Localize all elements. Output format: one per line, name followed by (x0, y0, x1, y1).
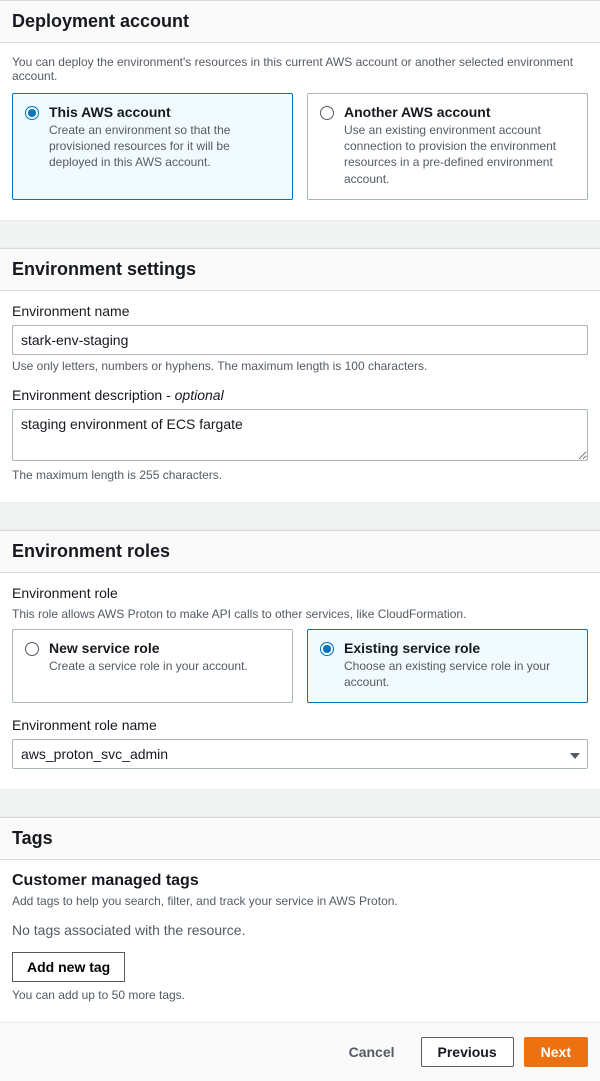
environment-description-label: Environment description - optional (12, 387, 588, 403)
tags-body: Customer managed tags Add tags to help y… (0, 860, 600, 1022)
next-button[interactable]: Next (524, 1037, 588, 1067)
deployment-radio-group: This AWS account Create an environment s… (12, 93, 588, 200)
deployment-account-body: You can deploy the environment's resourc… (0, 43, 600, 220)
select-value: aws_proton_svc_admin (21, 746, 168, 762)
previous-button[interactable]: Previous (421, 1037, 514, 1067)
environment-roles-body: Environment role This role allows AWS Pr… (0, 573, 600, 789)
environment-description-input[interactable] (12, 409, 588, 461)
section-divider (0, 502, 600, 530)
radio-desc: Choose an existing service role in your … (344, 658, 575, 690)
radio-title: Existing service role (344, 640, 575, 656)
tags-title: Tags (12, 828, 588, 849)
radio-desc: Create an environment so that the provis… (49, 122, 280, 171)
deployment-account-title: Deployment account (12, 11, 588, 32)
radio-existing-service-role[interactable]: Existing service role Choose an existing… (307, 629, 588, 703)
environment-description-hint: The maximum length is 255 characters. (12, 468, 588, 482)
environment-role-name-select[interactable]: aws_proton_svc_admin (12, 739, 588, 769)
environment-settings-header: Environment settings (0, 248, 600, 291)
environment-settings-title: Environment settings (12, 259, 588, 280)
environment-role-name-label: Environment role name (12, 717, 588, 733)
tags-limit-hint: You can add up to 50 more tags. (12, 988, 588, 1002)
tags-header: Tags (0, 817, 600, 860)
environment-role-help: This role allows AWS Proton to make API … (12, 607, 588, 621)
add-new-tag-button[interactable]: Add new tag (12, 952, 125, 982)
cancel-button[interactable]: Cancel (333, 1037, 411, 1067)
radio-icon (25, 106, 39, 120)
radio-this-aws-account[interactable]: This AWS account Create an environment s… (12, 93, 293, 200)
deployment-account-header: Deployment account (0, 0, 600, 43)
radio-desc: Use an existing environment account conn… (344, 122, 575, 187)
environment-roles-title: Environment roles (12, 541, 588, 562)
radio-title: This AWS account (49, 104, 280, 120)
wizard-footer: Cancel Previous Next (0, 1022, 600, 1081)
radio-new-service-role[interactable]: New service role Create a service role i… (12, 629, 293, 703)
environment-role-radio-group: New service role Create a service role i… (12, 629, 588, 703)
radio-title: New service role (49, 640, 248, 656)
radio-icon (320, 106, 334, 120)
radio-icon (320, 642, 334, 656)
section-divider (0, 220, 600, 248)
environment-settings-body: Environment name Use only letters, numbe… (0, 291, 600, 502)
radio-another-aws-account[interactable]: Another AWS account Use an existing envi… (307, 93, 588, 200)
deployment-help-text: You can deploy the environment's resourc… (12, 55, 588, 83)
environment-role-label: Environment role (12, 585, 588, 601)
customer-managed-tags-title: Customer managed tags (12, 872, 588, 890)
no-tags-text: No tags associated with the resource. (12, 922, 588, 938)
radio-icon (25, 642, 39, 656)
environment-name-input[interactable] (12, 325, 588, 355)
radio-desc: Create a service role in your account. (49, 658, 248, 674)
section-divider (0, 789, 600, 817)
tags-help: Add tags to help you search, filter, and… (12, 894, 588, 908)
radio-title: Another AWS account (344, 104, 575, 120)
environment-name-label: Environment name (12, 303, 588, 319)
environment-roles-header: Environment roles (0, 530, 600, 573)
environment-name-hint: Use only letters, numbers or hyphens. Th… (12, 359, 588, 373)
